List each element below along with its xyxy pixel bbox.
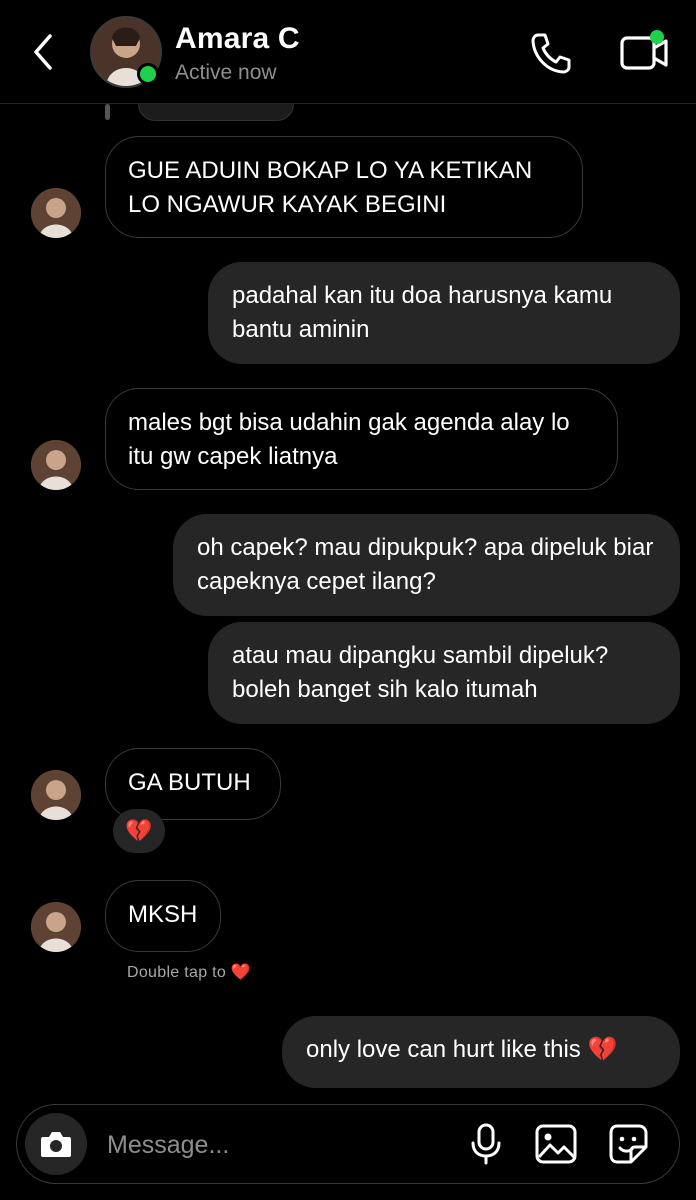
sender-avatar[interactable]: [31, 902, 81, 952]
message-bubble-outgoing[interactable]: atau mau dipangku sambil dipeluk? boleh …: [208, 622, 680, 724]
message-bubble-outgoing[interactable]: only love can hurt like this 💔: [282, 1016, 680, 1088]
message-bubble-outgoing[interactable]: padahal kan itu doa harusnya kamu bantu …: [208, 262, 680, 364]
previous-image-message[interactable]: [138, 104, 294, 121]
message-bubble-incoming[interactable]: MKSH: [105, 880, 221, 952]
heart-icon: ❤️: [230, 964, 252, 981]
sticker-icon[interactable]: [605, 1121, 651, 1167]
camera-button[interactable]: [25, 1113, 87, 1175]
camera-icon: [41, 1132, 71, 1157]
microphone-icon[interactable]: [463, 1121, 509, 1167]
chat-header: Amara C Active now: [0, 0, 696, 104]
image-icon[interactable]: [533, 1121, 579, 1167]
sender-avatar[interactable]: [31, 770, 81, 820]
message-composer: [16, 1104, 680, 1184]
message-bubble-incoming[interactable]: males bgt bisa udahin gak agenda alay lo…: [105, 388, 618, 490]
active-status: Active now: [175, 61, 277, 84]
message-bubble-incoming[interactable]: GUE ADUIN BOKAP LO YA KETIKAN LO NGAWUR …: [105, 136, 583, 238]
message-input[interactable]: [105, 1123, 439, 1167]
sender-avatar[interactable]: [31, 440, 81, 490]
double-tap-hint-text: Double tap to: [127, 964, 227, 981]
double-tap-hint: Double tap to ❤️: [127, 962, 251, 982]
online-indicator: [137, 63, 159, 85]
broken-heart-reaction[interactable]: 💔: [113, 809, 165, 853]
contact-name[interactable]: Amara C: [175, 22, 300, 56]
reply-line: [105, 104, 110, 120]
video-active-dot: [650, 30, 664, 44]
phone-icon[interactable]: [528, 30, 574, 76]
sender-avatar[interactable]: [31, 188, 81, 238]
message-thread[interactable]: GUE ADUIN BOKAP LO YA KETIKAN LO NGAWUR …: [0, 104, 696, 1104]
message-bubble-outgoing[interactable]: oh capek? mau dipukpuk? apa dipeluk biar…: [173, 514, 680, 616]
chevron-left-icon[interactable]: [28, 30, 60, 74]
